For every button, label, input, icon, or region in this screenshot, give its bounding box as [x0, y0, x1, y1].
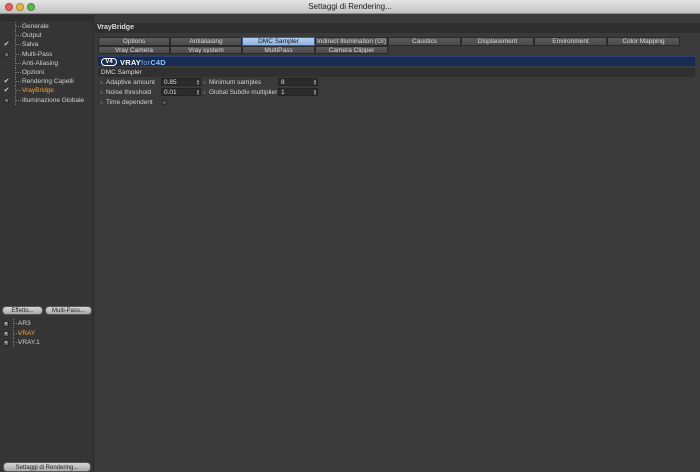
- param-label: Minimum samples: [209, 79, 262, 86]
- animate-dot-icon[interactable]: [100, 91, 103, 94]
- tree-connector: [15, 86, 21, 96]
- panel-title: VrayBridge: [95, 23, 700, 33]
- enable-checkbox[interactable]: ✕: [3, 340, 9, 346]
- settings-nav-list: Generale Output ✔ Salva Multi-Pass Anti-…: [0, 22, 94, 105]
- tree-connector: [15, 58, 21, 68]
- sidebar-item-label: Multi-Pass: [22, 50, 53, 58]
- param-time-dependent: Time dependent: [100, 98, 300, 107]
- animate-dot-icon[interactable]: [100, 81, 103, 84]
- tab-multipass[interactable]: MultiPass: [242, 45, 315, 54]
- effect-item-vray[interactable]: ✕ VRAY: [0, 328, 94, 339]
- enable-checkbox[interactable]: [4, 97, 9, 103]
- tree-connector: [15, 95, 21, 105]
- tree-connector: [15, 49, 21, 59]
- sidebar-header-strip: [0, 15, 94, 21]
- enable-checkbox[interactable]: [4, 51, 9, 57]
- tab-displacement[interactable]: Displacement: [461, 37, 534, 46]
- global-subdiv-multiplier-input[interactable]: 1 ▲ ▼: [278, 88, 318, 96]
- tab-camera-clipper[interactable]: Camera Clipper: [315, 45, 388, 54]
- spinner-arrows-icon[interactable]: ▲ ▼: [196, 79, 200, 86]
- tab-color-mapping[interactable]: Color Mapping: [607, 37, 680, 46]
- tab-dmc-sampler[interactable]: DMC Sampler: [242, 37, 315, 46]
- param-label: Global Subdiv multiplier: [209, 89, 278, 96]
- param-label: Adaptive amount: [106, 79, 155, 86]
- effects-list: ✕ AR3 ✕ VRAY ✕ VRAY.1: [0, 319, 94, 348]
- param-minimum-samples: Minimum samples 8 ▲ ▼: [203, 78, 423, 87]
- logo-for: for: [140, 58, 151, 67]
- vray-logo-text: VRAYforC4D: [120, 58, 166, 67]
- effect-item-vray-1[interactable]: ✕ VRAY.1: [0, 338, 94, 348]
- effect-item-label: AR3: [18, 320, 31, 327]
- logo-c4d: C4D: [150, 58, 166, 67]
- effetto-button[interactable]: Effetto...: [2, 306, 43, 315]
- param-global-subdiv-multiplier: Global Subdiv multiplier 1 ▲ ▼: [203, 88, 423, 97]
- sidebar-item-vraybridge[interactable]: ✔ VrayBridge: [0, 86, 94, 96]
- animate-dot-icon[interactable]: [203, 81, 206, 84]
- tree-connector: [15, 77, 21, 87]
- render-settings-button[interactable]: Settaggi di Rendering...: [3, 462, 91, 472]
- multi-pass-button[interactable]: Multi-Pass...: [45, 306, 92, 315]
- tab-indirect-illumination[interactable]: Indirect Illumination (GI): [315, 37, 388, 46]
- settings-content: VrayBridge Options Antialiasing DMC Samp…: [95, 15, 700, 472]
- animate-dot-icon[interactable]: [203, 91, 206, 94]
- sidebar-item-label: Illuminazione Globale: [22, 96, 85, 104]
- effect-buttons-row: Effetto... Multi-Pass...: [2, 306, 92, 315]
- section-title: DMC Sampler: [98, 68, 695, 77]
- sidebar-item-rendering-capelli[interactable]: ✔ Rendering Capelli: [0, 77, 94, 87]
- title-bar: Settaggi di Rendering...: [0, 0, 700, 14]
- adaptive-amount-input[interactable]: 0.85 ▲ ▼: [161, 78, 201, 86]
- vray-logo-icon: V4: [101, 58, 117, 66]
- effect-item-ar3[interactable]: ✕ AR3: [0, 319, 94, 329]
- sidebar-item-multi-pass[interactable]: Multi-Pass: [0, 49, 94, 59]
- tab-options[interactable]: Options: [98, 37, 170, 46]
- sidebar-item-label: Generale: [22, 23, 49, 30]
- tab-vray-camera[interactable]: Vray Camera: [98, 45, 170, 54]
- tab-caustics[interactable]: Caustics: [388, 37, 461, 46]
- effect-item-label: VRAY.1: [18, 339, 40, 346]
- tree-connector: [15, 40, 21, 50]
- sidebar-item-label: Anti-Aliasing: [22, 59, 59, 67]
- param-label: Time dependent: [106, 99, 153, 106]
- field-value: 0.85: [164, 79, 177, 86]
- sidebar-item-label: VrayBridge: [22, 87, 54, 95]
- noise-threshold-input[interactable]: 0.01 ▲ ▼: [161, 88, 201, 96]
- enable-checkbox[interactable]: ✕: [3, 321, 9, 327]
- spinner-arrows-icon[interactable]: ▲ ▼: [196, 89, 200, 96]
- param-label: Noise threshold: [106, 89, 152, 96]
- checkmark-icon[interactable]: ✔: [3, 41, 10, 48]
- sidebar-item-opzioni[interactable]: Opzioni: [0, 67, 94, 77]
- tree-connector: [15, 67, 21, 77]
- time-dependent-checkbox[interactable]: [162, 100, 167, 105]
- tab-vray-system[interactable]: Vray system: [170, 45, 242, 54]
- sidebar-item-anti-aliasing[interactable]: Anti-Aliasing: [0, 58, 94, 68]
- field-value: 8: [281, 79, 285, 86]
- field-value: 1: [281, 89, 285, 96]
- sidebar-item-salva[interactable]: ✔ Salva: [0, 40, 94, 50]
- tab-antialiasing[interactable]: Antialiasing: [170, 37, 242, 46]
- logo-vray: VRAY: [120, 58, 141, 67]
- spinner-arrows-icon[interactable]: ▲ ▼: [313, 79, 317, 86]
- sidebar-item-generale[interactable]: Generale: [0, 22, 94, 31]
- spinner-arrows-icon[interactable]: ▲ ▼: [313, 89, 317, 96]
- sidebar-item-label: Salva: [22, 41, 39, 49]
- animate-dot-icon[interactable]: [100, 101, 103, 104]
- sidebar-item-output[interactable]: Output: [0, 31, 94, 41]
- tree-connector: [15, 22, 21, 31]
- vray-logo-banner: V4 VRAYforC4D: [98, 56, 695, 67]
- tree-connector: [15, 31, 21, 41]
- sidebar-item-label: Opzioni: [22, 68, 45, 76]
- settings-sidebar: Generale Output ✔ Salva Multi-Pass Anti-…: [0, 15, 94, 472]
- enable-checkbox[interactable]: ✕: [3, 330, 9, 337]
- tab-environment[interactable]: Environment: [534, 37, 607, 46]
- sidebar-item-illuminazione-globale[interactable]: Illuminazione Globale: [0, 95, 94, 105]
- field-value: 0.01: [164, 89, 177, 96]
- window-title: Settaggi di Rendering...: [308, 2, 392, 11]
- sidebar-item-label: Output: [22, 32, 42, 40]
- checkmark-icon[interactable]: ✔: [3, 78, 10, 85]
- checkmark-icon[interactable]: ✔: [3, 87, 10, 94]
- sidebar-item-label: Rendering Capelli: [22, 78, 74, 86]
- effect-item-label: VRAY: [18, 329, 36, 337]
- minimum-samples-input[interactable]: 8 ▲ ▼: [278, 78, 318, 86]
